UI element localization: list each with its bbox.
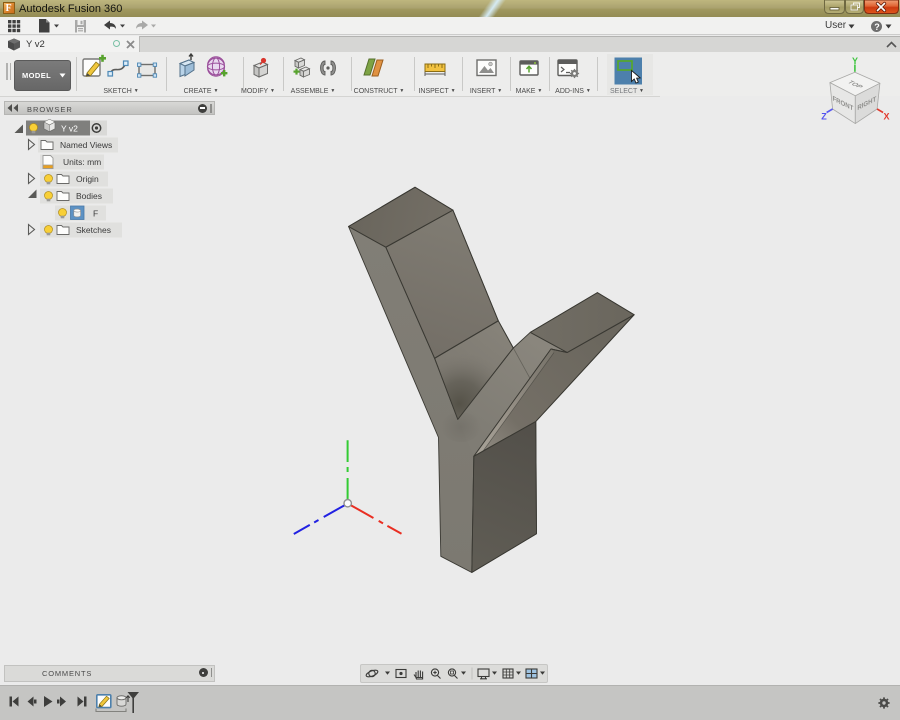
svg-text:Bodies: Bodies: [76, 191, 102, 201]
svg-text:X: X: [883, 112, 889, 122]
svg-text:Origin: Origin: [76, 174, 99, 184]
svg-text:Y v2: Y v2: [61, 124, 78, 134]
svg-text:Named Views: Named Views: [60, 140, 112, 150]
svg-text:F: F: [93, 209, 98, 219]
svg-text:Sketches: Sketches: [76, 225, 111, 235]
svg-text:Z: Z: [821, 112, 827, 122]
svg-text:Y: Y: [852, 56, 858, 66]
svg-text:Units: mm: Units: mm: [63, 157, 101, 167]
